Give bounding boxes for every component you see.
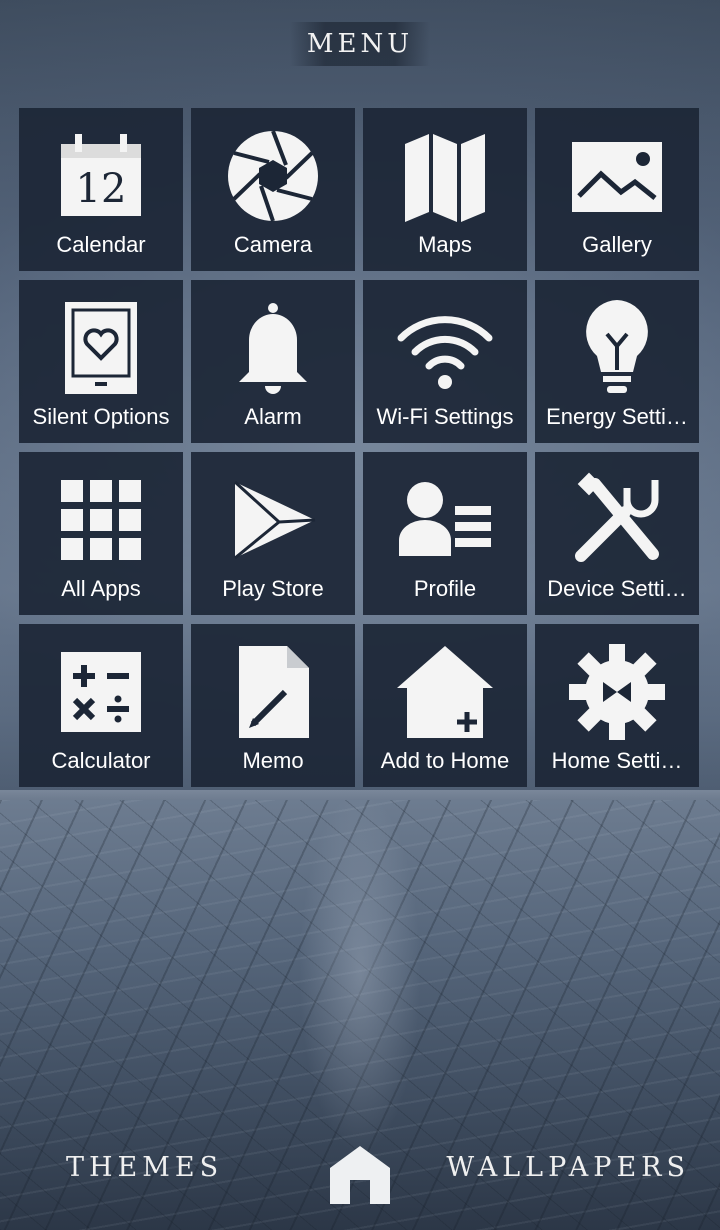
app-alarm[interactable]: Alarm xyxy=(191,280,355,443)
app-home-settings[interactable]: Home Setti… xyxy=(535,624,699,787)
app-label: Energy Setti… xyxy=(546,404,688,429)
app-device-settings[interactable]: Device Setti… xyxy=(535,452,699,615)
app-label: Play Store xyxy=(222,576,324,601)
app-add-to-home[interactable]: Add to Home xyxy=(363,624,527,787)
house-plus-icon xyxy=(395,642,495,742)
gallery-image-icon xyxy=(567,126,667,226)
menu-title: MENU xyxy=(306,29,414,59)
map-icon xyxy=(395,126,495,226)
home-icon xyxy=(330,1146,390,1204)
tablet-heart-icon xyxy=(51,298,151,398)
home-button[interactable] xyxy=(328,1142,392,1206)
app-maps[interactable]: Maps xyxy=(363,108,527,271)
app-gallery[interactable]: Gallery xyxy=(535,108,699,271)
app-label: Profile xyxy=(413,576,477,601)
tools-icon xyxy=(567,470,667,570)
grid-icon xyxy=(51,470,151,570)
app-memo[interactable]: Memo xyxy=(191,624,355,787)
app-label: Device Setti… xyxy=(547,576,687,601)
app-profile[interactable]: Profile xyxy=(363,452,527,615)
app-label: Calculator xyxy=(51,748,151,773)
lightbulb-icon xyxy=(567,298,667,398)
camera-shutter-icon xyxy=(223,126,323,226)
menu-header: MENU xyxy=(0,14,720,74)
app-label: All Apps xyxy=(61,576,141,601)
play-store-icon xyxy=(223,470,323,570)
themes-button[interactable]: THEMES xyxy=(66,1152,223,1183)
app-label: Memo xyxy=(242,748,304,773)
app-label: Add to Home xyxy=(380,748,510,773)
app-silent-options[interactable]: Silent Options xyxy=(19,280,183,443)
app-calendar[interactable]: 12 Calendar xyxy=(19,108,183,271)
bottom-bar: THEMES WALLPAPERS xyxy=(0,1100,720,1230)
app-energy-settings[interactable]: Energy Setti… xyxy=(535,280,699,443)
app-camera[interactable]: Camera xyxy=(191,108,355,271)
memo-pencil-icon xyxy=(223,642,323,742)
app-label: Silent Options xyxy=(32,404,170,429)
app-label: Maps xyxy=(418,232,472,257)
app-label: Home Setti… xyxy=(551,748,683,773)
bell-icon xyxy=(223,298,323,398)
profile-card-icon xyxy=(395,470,495,570)
calculator-icon xyxy=(51,642,151,742)
wallpapers-button[interactable]: WALLPAPERS xyxy=(446,1152,690,1183)
gear-icon xyxy=(567,642,667,742)
app-label: Calendar xyxy=(56,232,146,257)
calendar-icon: 12 xyxy=(51,126,151,226)
app-grid: 12 Calendar Camera Maps Gallery Silent O… xyxy=(19,108,699,787)
calendar-day: 12 xyxy=(76,166,127,212)
app-all-apps[interactable]: All Apps xyxy=(19,452,183,615)
app-label: Camera xyxy=(233,232,313,257)
app-wifi-settings[interactable]: Wi-Fi Settings xyxy=(363,280,527,443)
app-label: Gallery xyxy=(582,232,652,257)
wifi-icon xyxy=(395,298,495,398)
app-calculator[interactable]: Calculator xyxy=(19,624,183,787)
app-label: Wi-Fi Settings xyxy=(376,404,514,429)
app-label: Alarm xyxy=(244,404,302,429)
app-play-store[interactable]: Play Store xyxy=(191,452,355,615)
